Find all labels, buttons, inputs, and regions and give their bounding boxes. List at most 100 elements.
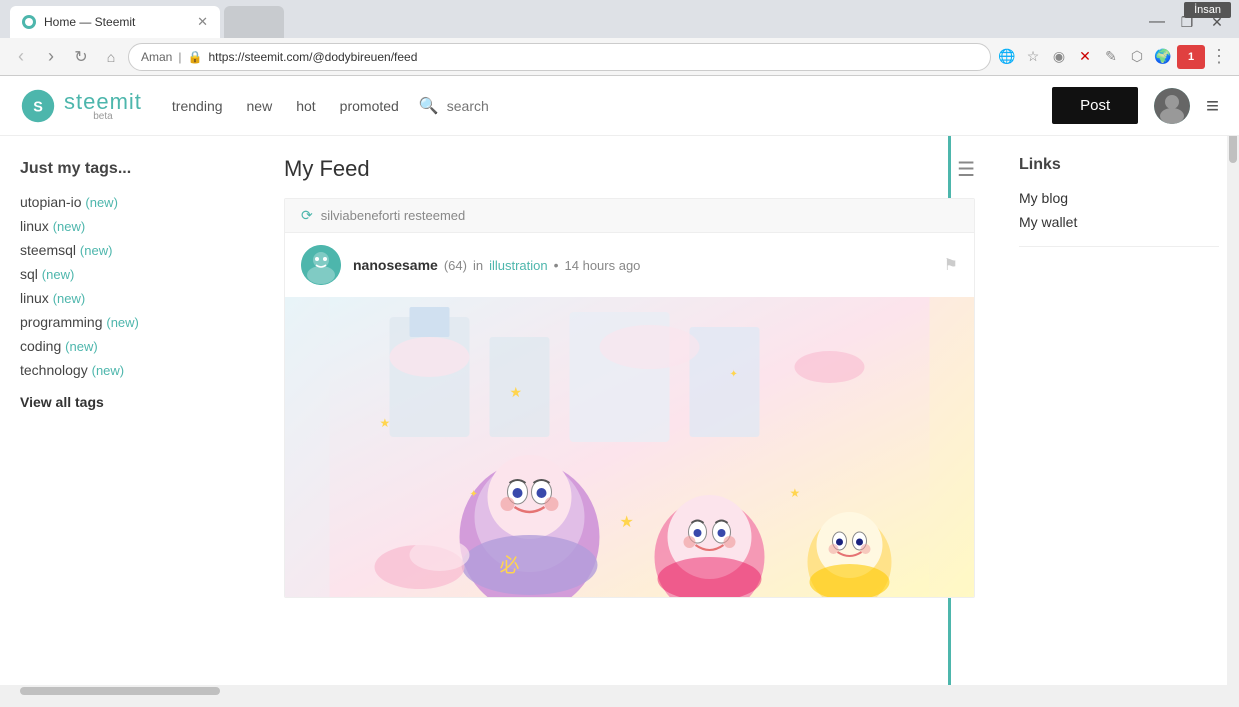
tag-item-sql[interactable]: sql (new) <box>20 266 240 282</box>
nav-new[interactable]: new <box>247 98 273 114</box>
nav-hot[interactable]: hot <box>296 98 315 114</box>
post-card: ⟳ silviabeneforti resteemed <box>284 198 975 598</box>
sidebar-right: Links My blog My wallet <box>999 136 1239 685</box>
sidebar-divider <box>1019 246 1219 247</box>
post-author-avatar[interactable] <box>301 245 341 285</box>
feed-menu-icon[interactable]: ☰ <box>957 157 975 182</box>
browser-actions: 🌐 ☆ ◉ ✕ ✎ ⬡ 🌍 1 ⋮ <box>995 45 1231 69</box>
post-author-name[interactable]: nanosesame <box>353 257 438 273</box>
tag-item-linux-1[interactable]: linux (new) <box>20 218 240 234</box>
user-avatar-nav[interactable] <box>1154 88 1190 124</box>
post-time: 14 hours ago <box>565 258 641 273</box>
tag-name: steemsql <box>20 242 76 258</box>
post-meta: nanosesame (64) in illustration • 14 hou… <box>285 233 974 297</box>
tag-new-badge: (new) <box>65 339 98 354</box>
horizontal-scrollbar[interactable] <box>0 685 1239 697</box>
navbar-right: Post ≡ <box>1052 87 1219 124</box>
extension-icon-badge[interactable]: 1 <box>1177 45 1205 69</box>
tag-item-coding[interactable]: coding (new) <box>20 338 240 354</box>
post-reputation: (64) <box>444 258 467 273</box>
chrome-menu-icon[interactable]: ⋮ <box>1207 45 1231 69</box>
tag-name: linux <box>20 218 49 234</box>
feed-title: My Feed <box>284 156 370 182</box>
search-input[interactable] <box>447 98 597 114</box>
tag-new-badge: (new) <box>42 267 75 282</box>
sidebar-left: Just my tags... utopian-io (new) linux (… <box>0 136 260 685</box>
my-blog-link[interactable]: My blog <box>1019 190 1219 206</box>
inactive-tab[interactable] <box>224 6 284 38</box>
sidebar-title: Just my tags... <box>20 160 240 178</box>
tag-item-technology[interactable]: technology (new) <box>20 362 240 378</box>
svg-text:✦: ✦ <box>730 369 738 380</box>
top-navbar: S steemit beta trending new hot promoted… <box>0 76 1239 136</box>
tag-name: coding <box>20 338 61 354</box>
url-input[interactable] <box>208 50 978 64</box>
resteemed-bar: ⟳ silviabeneforti resteemed <box>285 199 974 233</box>
view-all-tags-link[interactable]: View all tags <box>20 394 240 410</box>
browser-profile: İnsan <box>1184 2 1231 18</box>
nav-trending[interactable]: trending <box>172 98 223 114</box>
feed-header: My Feed ☰ <box>284 156 975 182</box>
svg-text:必: 必 <box>500 554 520 577</box>
vertical-scrollbar[interactable] <box>1227 98 1239 707</box>
tag-item-steemsql[interactable]: steemsql (new) <box>20 242 240 258</box>
nav-refresh-button[interactable]: ↻ <box>68 44 94 70</box>
extension-icon-edit[interactable]: ✎ <box>1099 45 1123 69</box>
logo-area[interactable]: S steemit beta <box>20 88 142 124</box>
address-label: Aman <box>141 50 172 64</box>
bookmark-star-icon[interactable]: ☆ <box>1021 45 1045 69</box>
tag-name: programming <box>20 314 102 330</box>
post-flag-icon[interactable]: ⚑ <box>944 255 958 275</box>
tag-new-badge: (new) <box>92 363 125 378</box>
tag-item-linux-2[interactable]: linux (new) <box>20 290 240 306</box>
tag-item-programming[interactable]: programming (new) <box>20 314 240 330</box>
nav-back-button[interactable]: ‹ <box>8 44 34 70</box>
tag-name: utopian-io <box>20 194 82 210</box>
tab-close-button[interactable]: ✕ <box>197 14 208 30</box>
hamburger-menu-icon[interactable]: ≡ <box>1206 93 1219 119</box>
window-minimize-button[interactable]: — <box>1143 8 1171 36</box>
search-area: 🔍 <box>419 96 1052 116</box>
post-image[interactable]: ★ ✦ ★ <box>285 297 974 597</box>
address-bar[interactable]: Aman | 🔒 <box>128 43 991 71</box>
tab-title: Home — Steemit <box>44 15 189 29</box>
my-wallet-link[interactable]: My wallet <box>1019 214 1219 230</box>
tab-favicon <box>22 15 36 29</box>
post-illustration: ★ ✦ ★ <box>285 297 974 597</box>
tag-new-badge: (new) <box>80 243 113 258</box>
post-category[interactable]: illustration <box>489 258 548 273</box>
sidebar-right-title: Links <box>1019 156 1219 174</box>
nav-home-button[interactable]: ⌂ <box>98 44 124 70</box>
nav-links: trending new hot promoted <box>172 98 399 114</box>
extension-icon-globe[interactable]: 🌍 <box>1151 45 1175 69</box>
post-button[interactable]: Post <box>1052 87 1138 124</box>
svg-text:★: ★ <box>620 514 634 531</box>
lock-icon: 🔒 <box>187 50 202 64</box>
tag-new-badge: (new) <box>53 219 86 234</box>
translate-icon[interactable]: 🌐 <box>995 45 1019 69</box>
extension-icon-1[interactable]: ◉ <box>1047 45 1071 69</box>
resteemed-text: silviabeneforti resteemed <box>321 208 466 223</box>
extension-icon-2[interactable]: ⬡ <box>1125 45 1149 69</box>
svg-text:S: S <box>33 99 43 115</box>
tag-new-badge: (new) <box>85 195 118 210</box>
nav-forward-button[interactable]: › <box>38 44 64 70</box>
svg-text:★: ★ <box>510 384 523 400</box>
tag-item-utopian-io[interactable]: utopian-io (new) <box>20 194 240 210</box>
tag-new-badge: (new) <box>53 291 86 306</box>
feed-area: My Feed ☰ ⟳ silviabeneforti resteemed <box>260 136 999 685</box>
svg-text:✦: ✦ <box>470 489 478 500</box>
extension-icon-x[interactable]: ✕ <box>1073 45 1097 69</box>
tag-name: technology <box>20 362 88 378</box>
tag-name: sql <box>20 266 38 282</box>
tag-new-badge: (new) <box>106 315 139 330</box>
steemit-logo-icon: S <box>20 88 56 124</box>
post-in-label: in <box>473 258 483 273</box>
search-icon: 🔍 <box>419 96 439 116</box>
post-info: nanosesame (64) in illustration • 14 hou… <box>353 257 932 273</box>
svg-text:★: ★ <box>790 486 801 500</box>
active-tab[interactable]: Home — Steemit ✕ <box>10 6 220 38</box>
horizontal-scrollbar-thumb[interactable] <box>20 687 220 695</box>
svg-text:★: ★ <box>380 416 391 430</box>
nav-promoted[interactable]: promoted <box>340 98 399 114</box>
